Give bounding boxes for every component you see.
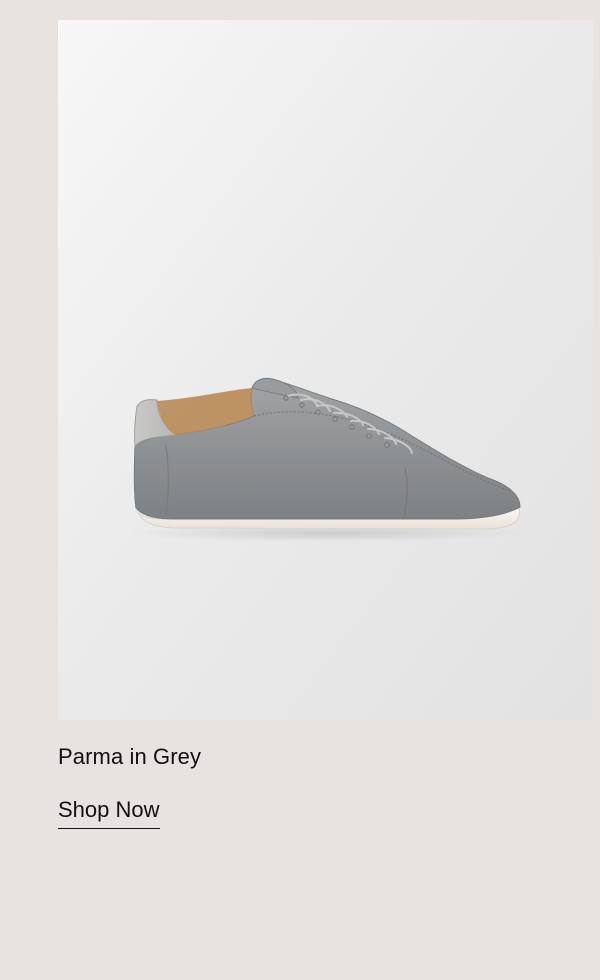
product-image-card[interactable] — [58, 20, 593, 720]
grey-sneaker-image — [58, 20, 593, 720]
shop-now-link[interactable]: Shop Now — [58, 796, 160, 829]
product-name: Parma in Grey — [58, 744, 202, 769]
